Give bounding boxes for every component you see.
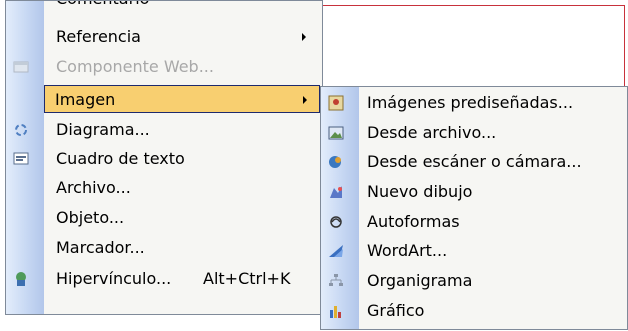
menu-item-hipervinculo[interactable]: Hipervínculo... Alt+Ctrl+K: [8, 265, 320, 293]
clipart-icon: [327, 94, 345, 112]
submenu-item-label: Autoformas: [367, 212, 460, 231]
menu-item-label: Objeto...: [56, 208, 125, 227]
org-chart-icon: [327, 272, 345, 290]
submenu-item-autoformas[interactable]: Autoformas: [323, 208, 625, 236]
menu-item-marcador[interactable]: Marcador...: [8, 234, 320, 262]
menu-item-label: Marcador...: [56, 238, 145, 257]
menu-item-diagrama[interactable]: Diagrama...: [8, 116, 320, 144]
menu-item-objeto[interactable]: Objeto...: [8, 204, 320, 232]
menu-item-label: Diagrama...: [56, 120, 150, 139]
menu-item-label: Imagen: [55, 90, 116, 109]
hyperlink-icon: [12, 270, 30, 288]
menu-item-archivo[interactable]: Archivo...: [8, 174, 320, 202]
insert-menu: Comentario Referencia Componente Web... …: [5, 0, 323, 315]
menu-item-label: Cuadro de texto: [56, 149, 185, 168]
submenu-item-label: Desde escáner o cámara...: [367, 152, 582, 171]
submenu-item-label: Gráfico: [367, 301, 425, 320]
submenu-item-label: Desde archivo...: [367, 123, 497, 142]
autoshapes-icon: [327, 213, 345, 231]
textbox-icon: [12, 150, 30, 168]
wordart-icon: [327, 242, 345, 260]
submenu-item-desde-archivo[interactable]: Desde archivo...: [323, 119, 625, 147]
submenu-item-label: Imágenes prediseñadas...: [367, 93, 574, 112]
submenu-item-organigrama[interactable]: Organigrama: [323, 267, 625, 295]
menu-item-referencia[interactable]: Referencia: [8, 23, 320, 51]
menu-item-shortcut: Alt+Ctrl+K: [203, 269, 291, 288]
scanner-icon: [327, 153, 345, 171]
submenu-item-grafico[interactable]: Gráfico: [323, 297, 625, 325]
drawing-icon: [327, 183, 345, 201]
menu-item-imagen[interactable]: Imagen: [44, 85, 320, 113]
submenu-item-label: WordArt...: [367, 241, 448, 260]
imagen-submenu: Imágenes prediseñadas... Desde archivo..…: [320, 86, 628, 330]
menu-item-componente-web[interactable]: Componente Web...: [8, 53, 320, 81]
submenu-item-imagenes-prediseñadas[interactable]: Imágenes prediseñadas...: [323, 89, 625, 117]
menu-bottom-gap: [5, 315, 323, 327]
menu-item-label: Referencia: [56, 27, 141, 46]
submenu-item-label: Nuevo dibujo: [367, 182, 473, 201]
submenu-arrow-icon: [302, 33, 306, 41]
menu-item-label: Componente Web...: [56, 57, 214, 76]
submenu-item-wordart[interactable]: WordArt...: [323, 237, 625, 265]
picture-file-icon: [327, 124, 345, 142]
menu-item-label: Hipervínculo...: [56, 269, 172, 288]
submenu-item-desde-escaner[interactable]: Desde escáner o cámara...: [323, 148, 625, 176]
diagram-icon: [12, 121, 30, 139]
chart-icon: [327, 302, 345, 320]
menu-item-cuadro-de-texto[interactable]: Cuadro de texto: [8, 145, 320, 173]
web-component-icon: [12, 58, 30, 76]
submenu-item-label: Organigrama: [367, 271, 473, 290]
submenu-arrow-icon: [303, 96, 307, 104]
menu-item-comentario[interactable]: Comentario: [8, 1, 320, 13]
menu-item-label: Archivo...: [56, 178, 131, 197]
menu-item-label: Comentario: [56, 1, 149, 8]
submenu-item-nuevo-dibujo[interactable]: Nuevo dibujo: [323, 178, 625, 206]
